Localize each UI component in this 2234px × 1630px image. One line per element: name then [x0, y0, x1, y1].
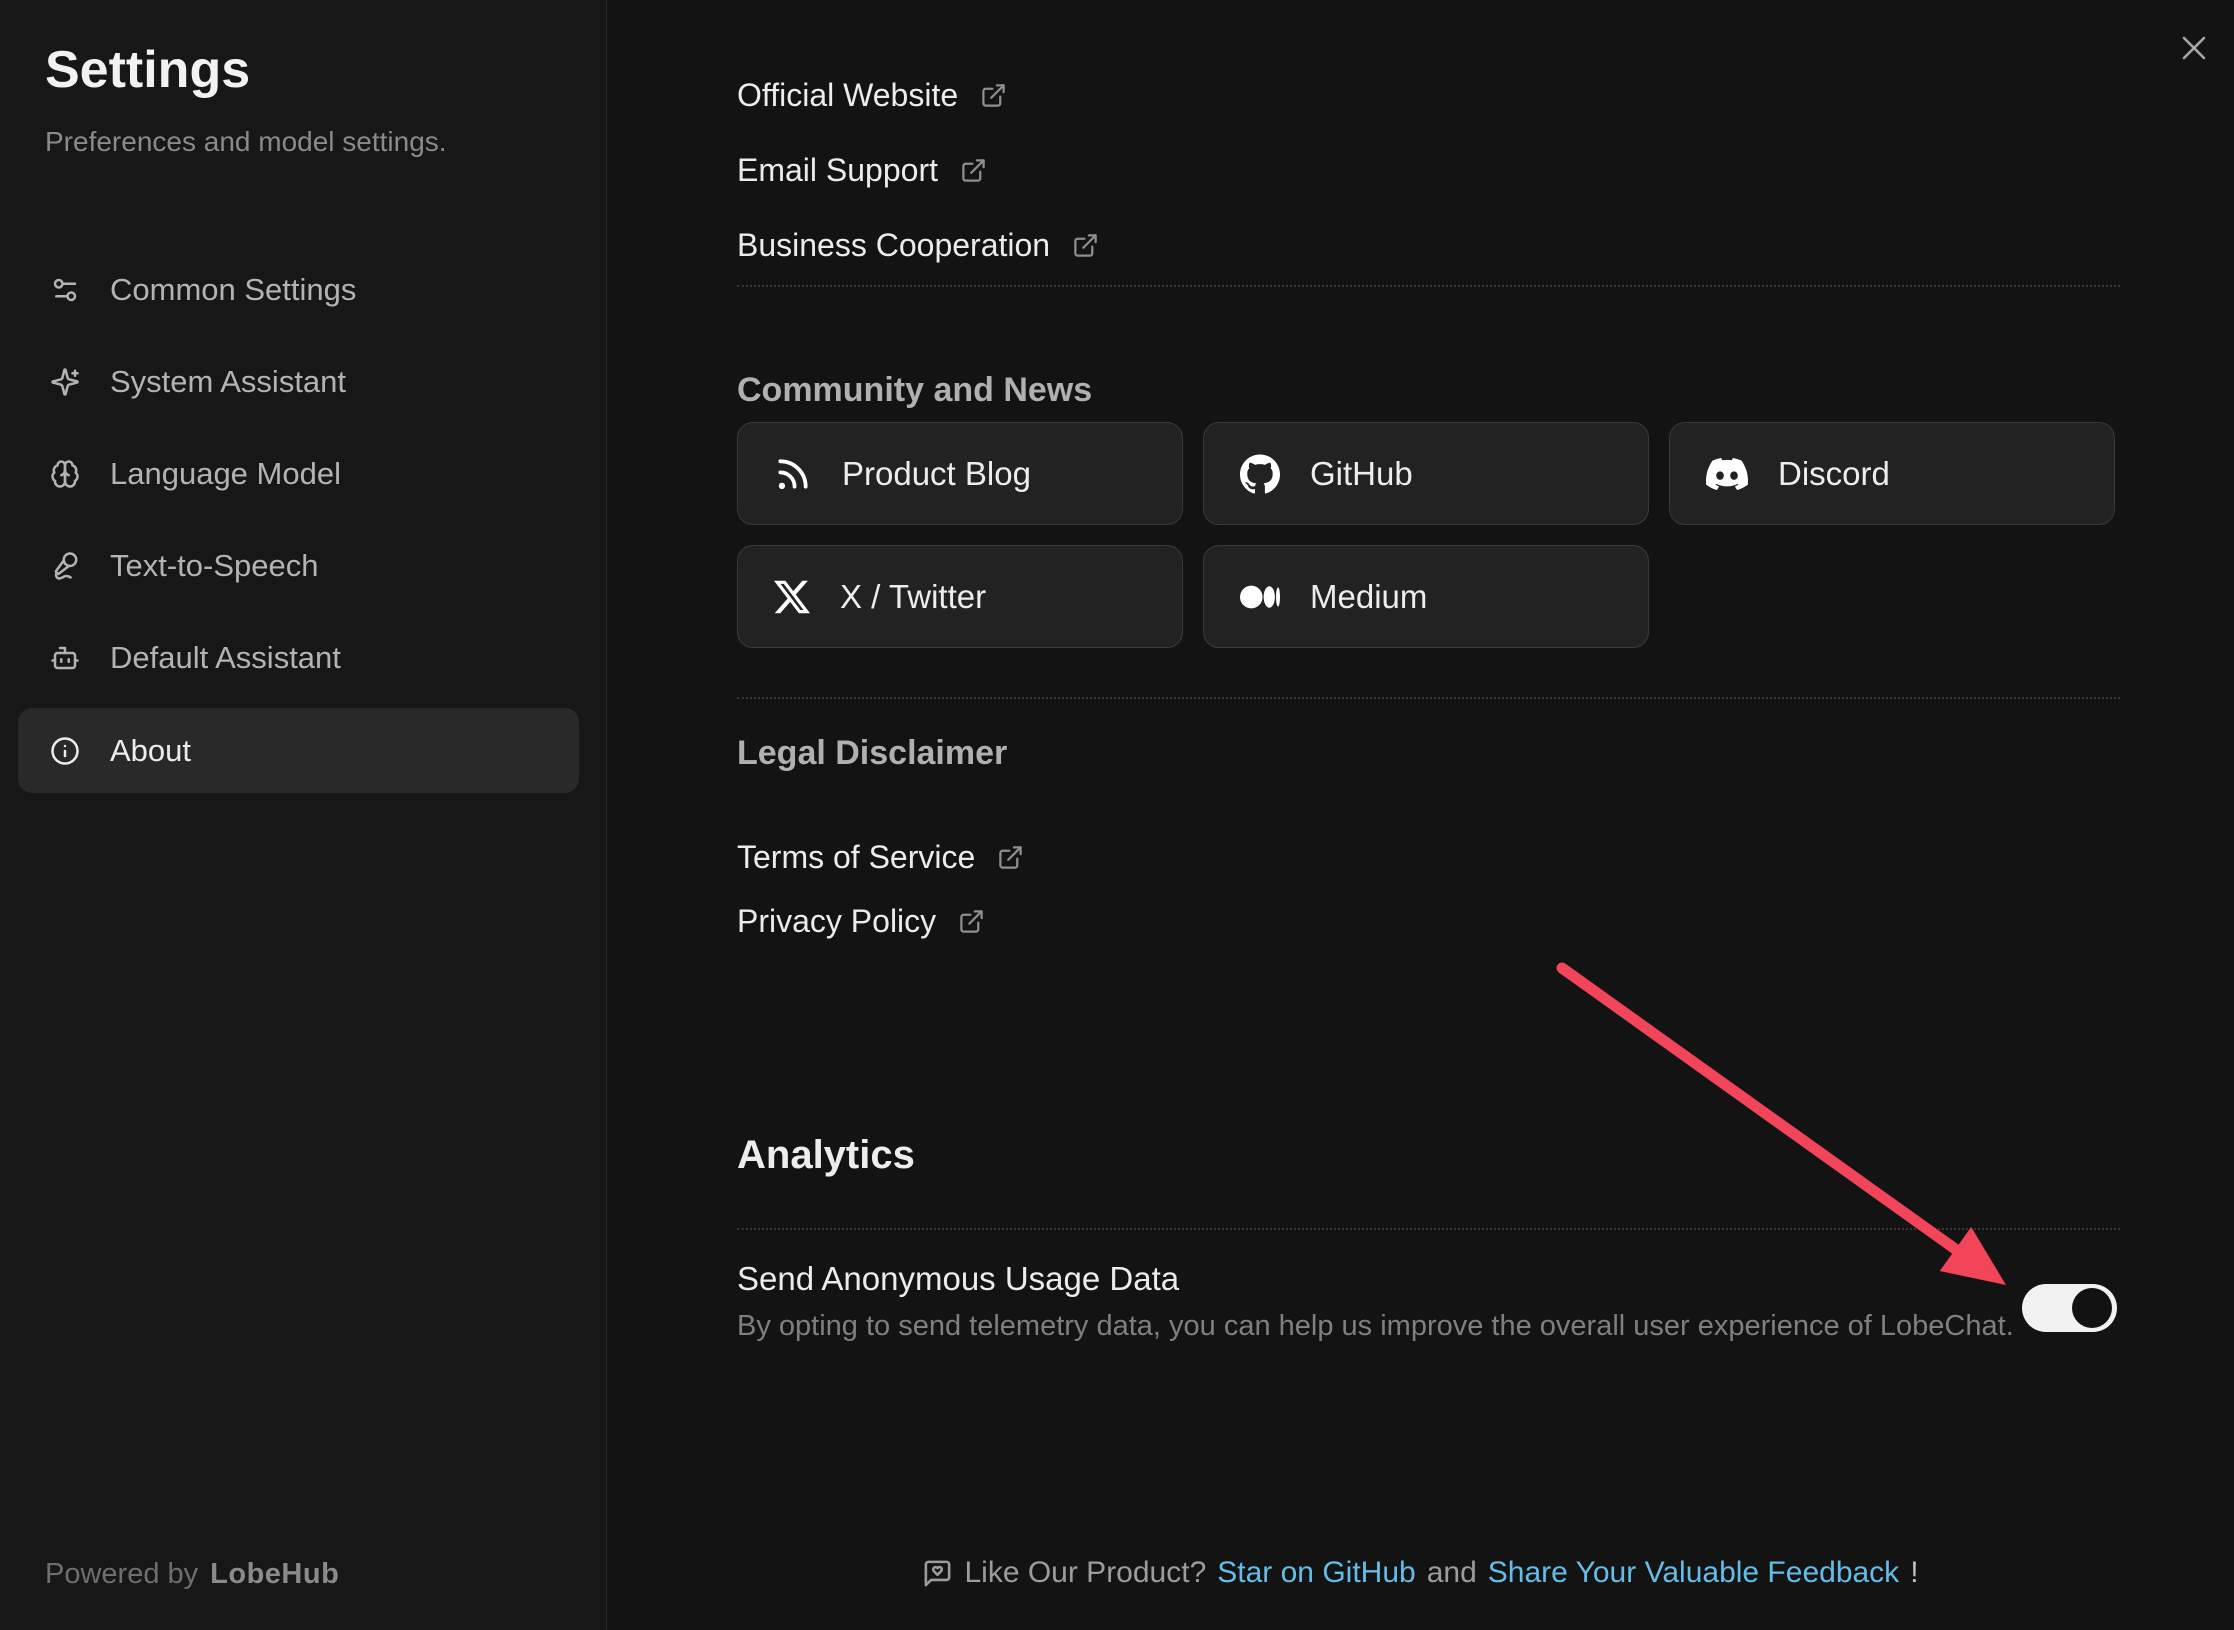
- external-link-icon: [997, 844, 1024, 871]
- settings-sidebar: Settings Preferences and model settings.…: [0, 0, 607, 1630]
- info-icon: [50, 736, 80, 766]
- link-label: Official Website: [737, 77, 958, 114]
- powered-by-text: Powered by: [45, 1558, 198, 1591]
- community-section-title: Community and News: [737, 368, 1092, 412]
- business-cooperation-link[interactable]: Business Cooperation: [737, 208, 1099, 282]
- discord-icon: [1706, 453, 1748, 495]
- link-label: Email Support: [737, 152, 938, 189]
- button-label: Product Blog: [842, 455, 1031, 493]
- external-link-icon: [958, 908, 985, 935]
- brain-icon: [50, 459, 80, 489]
- about-panel: Contact Us Official Website Email Suppor…: [607, 0, 2234, 1630]
- sidebar-item-label: About: [110, 733, 191, 769]
- rss-icon: [774, 455, 812, 493]
- sidebar-item-label: Text-to-Speech: [110, 548, 319, 584]
- link-label: Terms of Service: [737, 839, 975, 876]
- sidebar-item-common-settings[interactable]: Common Settings: [18, 247, 579, 332]
- settings-modal: Settings Preferences and model settings.…: [0, 0, 2234, 1630]
- sidebar-item-about[interactable]: About: [18, 708, 579, 793]
- button-label: GitHub: [1310, 455, 1413, 493]
- official-website-link[interactable]: Official Website: [737, 58, 1007, 132]
- bot-icon: [50, 643, 80, 673]
- share-feedback-link[interactable]: Share Your Valuable Feedback: [1488, 1556, 1899, 1590]
- contact-us-title: Contact Us: [737, 0, 916, 8]
- telemetry-item-title: Send Anonymous Usage Data: [737, 1258, 1179, 1300]
- button-label: X / Twitter: [840, 578, 986, 616]
- footer-suffix: !: [1910, 1556, 1918, 1590]
- section-divider: [737, 285, 2120, 287]
- analytics-section-title: Analytics: [737, 1130, 915, 1180]
- legal-section-title: Legal Disclaimer: [737, 731, 1007, 775]
- medium-icon: [1240, 577, 1280, 617]
- message-heart-icon: [922, 1558, 953, 1589]
- lobehub-logo: LobeHub: [210, 1558, 339, 1591]
- button-label: Medium: [1310, 578, 1427, 616]
- footer-conjunction: and: [1427, 1556, 1477, 1590]
- terms-of-service-link[interactable]: Terms of Service: [737, 820, 1024, 894]
- link-label: Business Cooperation: [737, 227, 1050, 264]
- github-icon: [1240, 454, 1280, 494]
- sidebar-item-text-to-speech[interactable]: Text-to-Speech: [18, 523, 579, 608]
- discord-button[interactable]: Discord: [1669, 422, 2115, 525]
- close-icon: [2177, 31, 2211, 65]
- toggle-knob: [2072, 1288, 2112, 1328]
- x-twitter-button[interactable]: X / Twitter: [737, 545, 1183, 648]
- page-title: Settings: [45, 40, 250, 100]
- github-button[interactable]: GitHub: [1203, 422, 1649, 525]
- powered-by[interactable]: Powered by LobeHub: [45, 1558, 339, 1591]
- link-label: Privacy Policy: [737, 903, 936, 940]
- button-label: Discord: [1778, 455, 1890, 493]
- star-on-github-link[interactable]: Star on GitHub: [1217, 1556, 1415, 1590]
- sparkles-icon: [50, 367, 80, 397]
- sidebar-item-system-assistant[interactable]: System Assistant: [18, 339, 579, 424]
- product-blog-button[interactable]: Product Blog: [737, 422, 1183, 525]
- sidebar-item-label: Language Model: [110, 456, 341, 492]
- section-divider: [737, 697, 2120, 699]
- x-icon: [774, 579, 810, 615]
- privacy-policy-link[interactable]: Privacy Policy: [737, 884, 985, 958]
- external-link-icon: [980, 82, 1007, 109]
- external-link-icon: [960, 157, 987, 184]
- sidebar-item-label: Default Assistant: [110, 640, 341, 676]
- telemetry-toggle[interactable]: [2022, 1284, 2117, 1332]
- footer-prefix: Like Our Product?: [964, 1556, 1206, 1590]
- sidebar-item-label: Common Settings: [110, 272, 356, 308]
- sidebar-item-label: System Assistant: [110, 364, 346, 400]
- sliders-icon: [50, 275, 80, 305]
- sidebar-item-language-model[interactable]: Language Model: [18, 431, 579, 516]
- close-button[interactable]: [2176, 30, 2212, 66]
- mic-icon: [50, 551, 80, 581]
- sidebar-item-default-assistant[interactable]: Default Assistant: [18, 615, 579, 700]
- email-support-link[interactable]: Email Support: [737, 133, 987, 207]
- telemetry-item-description: By opting to send telemetry data, you ca…: [737, 1306, 2014, 1346]
- product-footer: Like Our Product? Star on GitHub and Sha…: [607, 1556, 2234, 1590]
- section-divider: [737, 1228, 2120, 1230]
- medium-button[interactable]: Medium: [1203, 545, 1649, 648]
- page-subtitle: Preferences and model settings.: [45, 126, 447, 158]
- external-link-icon: [1072, 232, 1099, 259]
